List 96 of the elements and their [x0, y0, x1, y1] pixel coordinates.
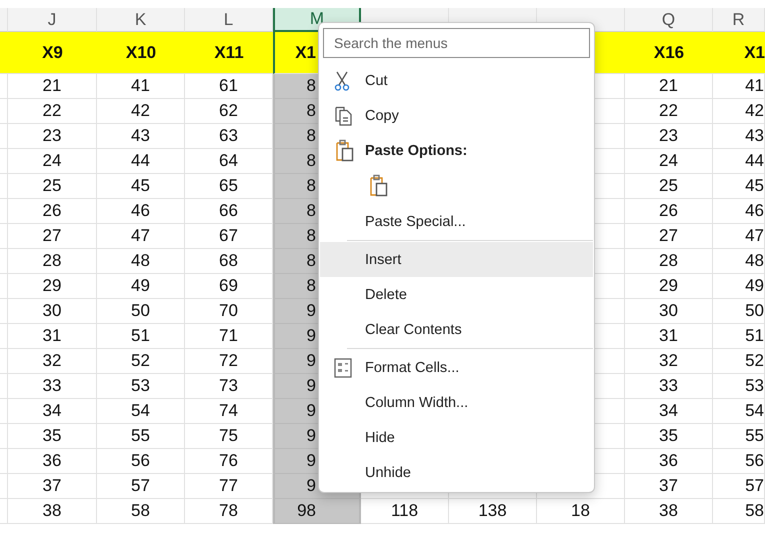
table-cell: 32 [625, 349, 713, 374]
table-cell: 37 [625, 474, 713, 499]
table-cell: 51 [97, 324, 185, 349]
table-header-cell: X10 [97, 32, 185, 74]
table-cell: 36 [8, 449, 97, 474]
table-cell: 50 [97, 299, 185, 324]
table-cell: 26 [625, 199, 713, 224]
table-cell: 54 [97, 399, 185, 424]
table-cell: 30 [8, 299, 97, 324]
column-header[interactable]: L [185, 8, 273, 32]
table-cell: 98 [273, 499, 361, 524]
table-cell: 37 [8, 474, 97, 499]
table-cell: 56 [97, 449, 185, 474]
table-cell: 53 [97, 374, 185, 399]
table-cell: 118 [361, 499, 449, 524]
table-header-cell: X11 [185, 32, 273, 74]
table-cell: 41 [713, 74, 765, 99]
scissors-icon [334, 70, 350, 90]
format-cells-icon [334, 358, 352, 378]
table-cell: 34 [8, 399, 97, 424]
table-cell: 33 [8, 374, 97, 399]
paste-button[interactable] [368, 174, 390, 198]
table-cell: 25 [625, 174, 713, 199]
table-cell: 28 [625, 249, 713, 274]
table-cell: 47 [97, 224, 185, 249]
table-cell: 53 [713, 374, 765, 399]
table-cell: 42 [97, 99, 185, 124]
table-cell: 42 [713, 99, 765, 124]
table-cell: 29 [8, 274, 97, 299]
table-cell: 45 [713, 174, 765, 199]
table-cell: 43 [713, 124, 765, 149]
table-cell: 29 [625, 274, 713, 299]
table-cell: 47 [713, 224, 765, 249]
search-field[interactable]: Search the menus [323, 28, 590, 58]
table-cell: 51 [713, 324, 765, 349]
table-cell: 25 [8, 174, 97, 199]
table-header-cell [0, 32, 8, 74]
table-cell: 28 [8, 249, 97, 274]
table-cell: 44 [97, 149, 185, 174]
table-cell: 23 [8, 124, 97, 149]
table-cell: 24 [8, 149, 97, 174]
table-cell: 49 [97, 274, 185, 299]
copy-icon [334, 106, 354, 126]
table-header-cell: X16 [625, 32, 713, 74]
column-header[interactable]: J [8, 8, 97, 32]
table-cell: 49 [713, 274, 765, 299]
table-cell: 52 [97, 349, 185, 374]
table-cell: 31 [625, 324, 713, 349]
menu-item[interactable]: Insert [320, 242, 593, 277]
table-cell: 57 [713, 474, 765, 499]
table-cell: 35 [8, 424, 97, 449]
table-cell: 55 [97, 424, 185, 449]
table-cell: 22 [8, 99, 97, 124]
table-cell: 30 [625, 299, 713, 324]
table-cell: 23 [625, 124, 713, 149]
table-cell: 48 [97, 249, 185, 274]
table-cell: 31 [8, 324, 97, 349]
table-cell: 52 [713, 349, 765, 374]
table-cell: 18 [537, 499, 625, 524]
table-cell: 57 [97, 474, 185, 499]
table-cell: 45 [97, 174, 185, 199]
table-cell: 44 [713, 149, 765, 174]
table-cell: 41 [97, 74, 185, 99]
table-cell: 46 [97, 199, 185, 224]
table-cell: 34 [625, 399, 713, 424]
column-header[interactable]: K [97, 8, 185, 32]
table-cell: 50 [713, 299, 765, 324]
table-cell: 46 [713, 199, 765, 224]
table-cell: 138 [449, 499, 537, 524]
table-cell: 38 [8, 499, 97, 524]
clipboard-icon [334, 138, 356, 162]
table-cell: 27 [625, 224, 713, 249]
table-cell: 38 [625, 499, 713, 524]
column-header[interactable]: R [713, 8, 765, 32]
table-cell: 48 [713, 249, 765, 274]
table-cell: 21 [8, 74, 97, 99]
table-cell: 33 [625, 374, 713, 399]
table-cell: 36 [625, 449, 713, 474]
table-cell: 35 [625, 424, 713, 449]
table-cell: 32 [8, 349, 97, 374]
table-cell: 21 [625, 74, 713, 99]
table-cell: 22 [625, 99, 713, 124]
table-cell: 58 [97, 499, 185, 524]
table-cell: 55 [713, 424, 765, 449]
table-cell: 27 [8, 224, 97, 249]
table-cell: 26 [8, 199, 97, 224]
table-cell: 54 [713, 399, 765, 424]
table-header-cell: X1 [713, 32, 765, 74]
table-cell: 24 [625, 149, 713, 174]
clipboard-icon [368, 174, 390, 198]
table-header-cell: X9 [8, 32, 97, 74]
table-cell: 43 [97, 124, 185, 149]
menu-heading: Paste Options: [365, 142, 468, 158]
table-cell: 56 [713, 449, 765, 474]
table-cell: 58 [713, 499, 765, 524]
column-header[interactable]: Q [625, 8, 713, 32]
